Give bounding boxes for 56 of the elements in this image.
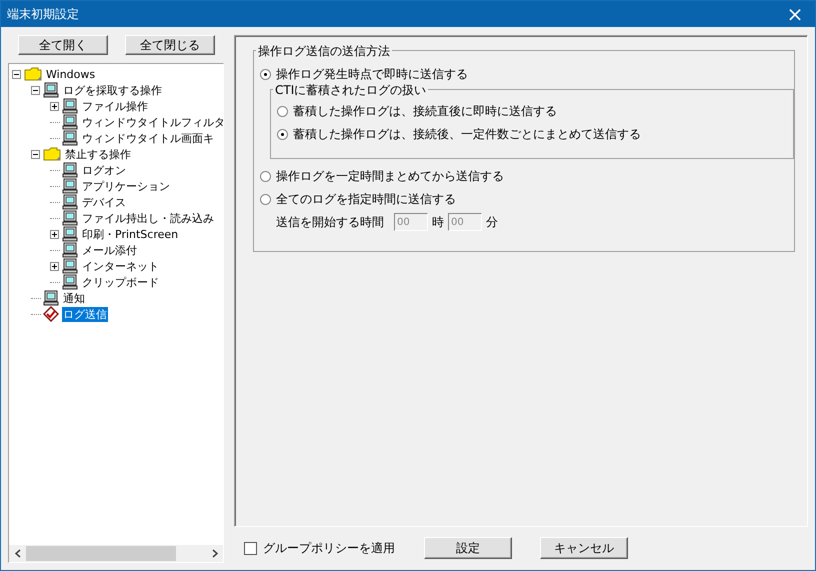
horizontal-scrollbar[interactable] xyxy=(9,545,223,562)
computer-icon xyxy=(62,98,78,114)
folder-icon xyxy=(24,67,42,81)
tree-item[interactable]: アプリケーション xyxy=(81,178,171,194)
tree-item[interactable]: ウィンドウタイトル画面キ xyxy=(81,130,215,146)
tree-button[interactable]: 全て閉じる xyxy=(125,35,215,55)
computer-icon xyxy=(43,290,59,306)
tree-item[interactable]: 印刷・PrintScreen xyxy=(81,226,180,242)
close-button[interactable]: × xyxy=(775,1,815,27)
tree-button[interactable]: 全て開く xyxy=(18,35,108,55)
subgroup-title: CTIに蓄積されたログの扱い xyxy=(273,82,428,99)
dialog-button[interactable]: キャンセル xyxy=(540,537,628,559)
expand-icon[interactable] xyxy=(50,230,59,238)
tree-item[interactable]: 禁止する操作 xyxy=(64,146,132,162)
radio-option[interactable]: 操作ログを一定時間まとめてから送信する xyxy=(260,165,794,188)
collapse-icon[interactable] xyxy=(31,86,40,94)
tree-item[interactable]: ファイル持出し・読み込み xyxy=(81,210,215,226)
time-label: 送信を開始する時間 xyxy=(276,214,384,230)
radio-option[interactable]: 全てのログを指定時間に送信する xyxy=(260,188,794,211)
computer-icon xyxy=(62,226,78,242)
group-title: 操作ログ送信の送信方法 xyxy=(256,43,392,60)
tree-item[interactable]: ウィンドウタイトルフィルタ xyxy=(81,114,223,130)
computer-icon xyxy=(43,82,59,98)
computer-icon xyxy=(62,114,78,130)
checked-diamond-icon xyxy=(43,306,59,322)
radio-option[interactable]: 蓄積した操作ログは、接続直後に即時に送信する xyxy=(277,100,793,123)
tree-item[interactable]: ログを採取する操作 xyxy=(62,82,163,98)
computer-icon xyxy=(62,242,78,258)
group-policy-checkbox[interactable]: グループポリシーを適用 xyxy=(244,540,424,556)
window-title: 端末初期設定 xyxy=(7,6,79,22)
computer-icon xyxy=(62,258,78,274)
expand-icon[interactable] xyxy=(50,262,59,270)
dialog-button[interactable]: 設定 xyxy=(424,537,512,559)
computer-icon xyxy=(62,178,78,194)
collapse-icon[interactable] xyxy=(31,150,40,158)
tree-item[interactable]: Windows xyxy=(45,66,96,82)
tree-item[interactable]: クリップボード xyxy=(81,274,160,290)
collapse-icon[interactable] xyxy=(12,70,21,78)
scrollbar-thumb[interactable] xyxy=(26,546,176,561)
tree-item[interactable]: 通知 xyxy=(62,290,86,306)
tree-item[interactable]: メール添付 xyxy=(81,242,138,258)
tree-item[interactable]: デバイス xyxy=(81,194,127,210)
radio-option[interactable]: 蓄積した操作ログは、接続後、一定件数ごとにまとめて送信する xyxy=(277,123,793,146)
computer-icon xyxy=(62,194,78,210)
computer-icon xyxy=(62,274,78,290)
tree-item[interactable]: インターネット xyxy=(81,258,160,274)
tree-item[interactable]: ログオン xyxy=(81,162,127,178)
tree-item[interactable]: ファイル操作 xyxy=(81,98,149,114)
computer-icon xyxy=(62,162,78,178)
computer-icon xyxy=(62,210,78,226)
time-unit: 時 xyxy=(432,214,444,230)
folder-icon xyxy=(43,147,61,161)
expand-icon[interactable] xyxy=(50,102,59,110)
time-unit: 分 xyxy=(486,214,498,230)
computer-icon xyxy=(62,130,78,146)
tree-item[interactable]: ログ送信 xyxy=(62,306,108,322)
